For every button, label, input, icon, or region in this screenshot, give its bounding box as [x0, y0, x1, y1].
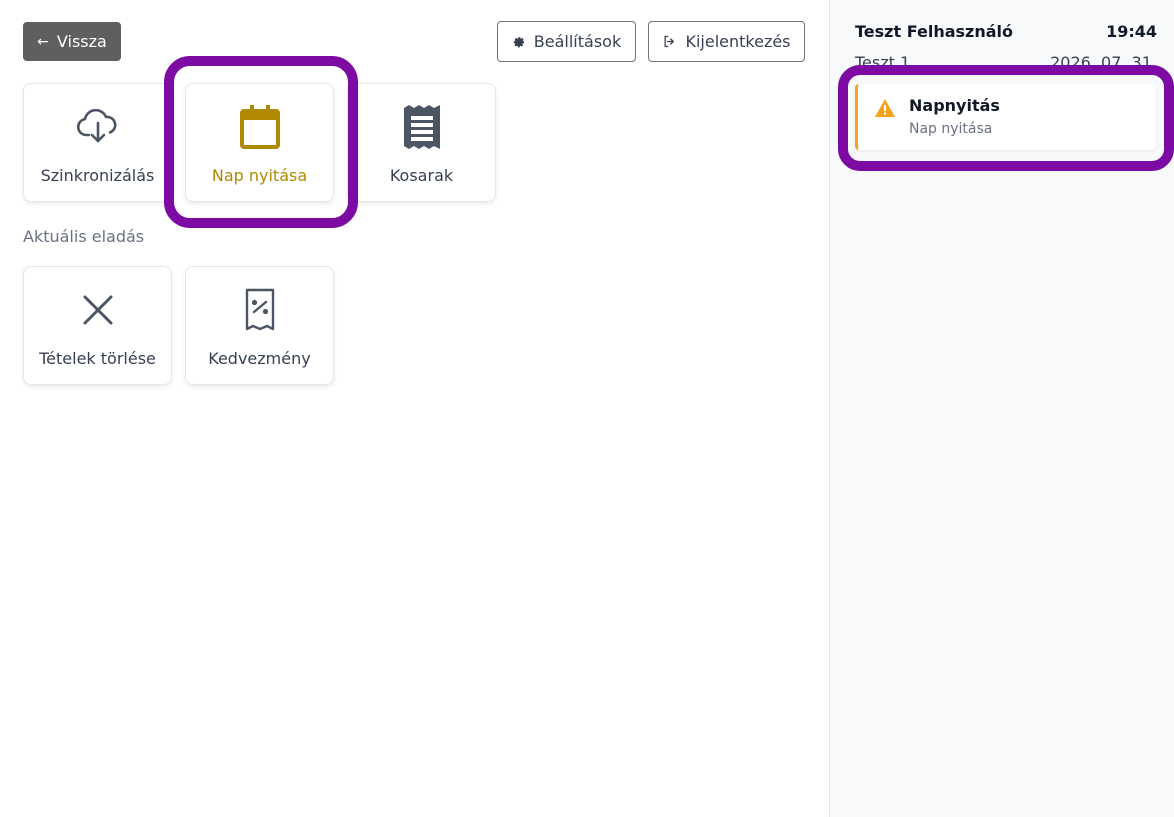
tile-sync-label: Szinkronizálás [40, 166, 155, 185]
tile-sync[interactable]: Szinkronizálás [23, 83, 172, 202]
settings-button[interactable]: Beállítások [497, 21, 636, 62]
open-day-notice[interactable]: Napnyitás Nap nyitása [855, 84, 1156, 150]
notice-title: Napnyitás [909, 96, 1000, 115]
tile-baskets[interactable]: Kosarak [347, 83, 496, 202]
current-date: 2026. 07. 31. [1050, 53, 1157, 72]
receipt-icon [348, 104, 495, 150]
logout-icon [662, 34, 677, 49]
current-sale-heading: Aktuális eladás [23, 227, 145, 246]
main-panel: ← Vissza Beállítások Kijelentkezés Szink… [0, 0, 830, 817]
tile-delete-items-label: Tételek törlése [39, 349, 156, 368]
tile-open-day[interactable]: Nap nyitása [185, 83, 334, 202]
back-button[interactable]: ← Vissza [23, 22, 121, 61]
close-icon [24, 287, 171, 333]
calendar-icon [186, 104, 333, 150]
settings-button-label: Beállítások [533, 32, 622, 51]
tile-open-day-label: Nap nyitása [211, 166, 308, 185]
user-name: Teszt Felhasználó [855, 22, 1013, 41]
tile-discount-label: Kedvezmény [208, 349, 311, 368]
clock: 19:44 [1106, 22, 1157, 41]
discount-receipt-icon [186, 287, 333, 333]
notice-subtitle: Nap nyitása [909, 121, 993, 137]
logout-button-label: Kijelentkezés [685, 32, 791, 51]
arrow-left-icon: ← [37, 33, 49, 50]
sidebar: Teszt Felhasználó 19:44 Teszt 1 2026. 07… [829, 0, 1174, 817]
back-button-label: Vissza [56, 32, 107, 51]
logout-button[interactable]: Kijelentkezés [648, 21, 805, 62]
tile-delete-items[interactable]: Tételek törlése [23, 266, 172, 385]
tile-baskets-label: Kosarak [389, 166, 454, 185]
cloud-download-icon [24, 104, 171, 150]
register-name: Teszt 1 [855, 53, 911, 72]
tile-discount[interactable]: Kedvezmény [185, 266, 334, 385]
warning-icon [874, 98, 896, 122]
gear-icon [512, 35, 526, 49]
